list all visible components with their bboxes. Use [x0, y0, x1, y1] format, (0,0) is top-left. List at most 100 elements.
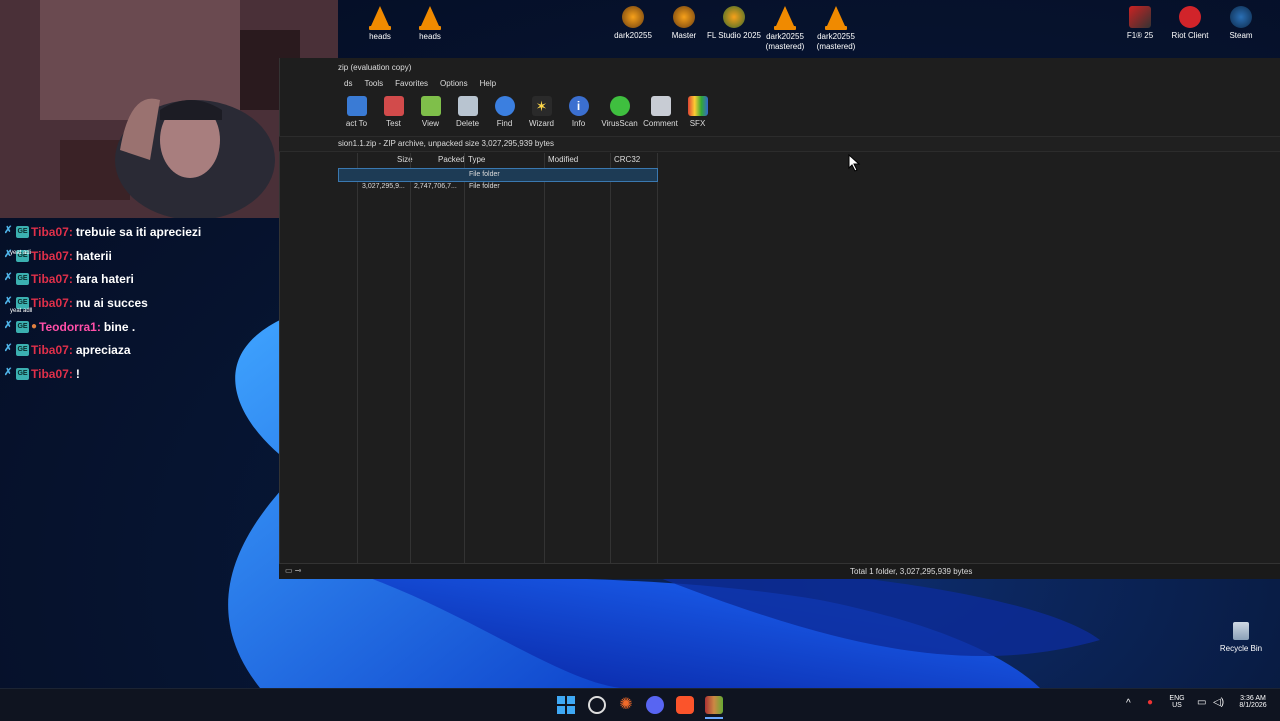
f1-game-icon — [1129, 6, 1151, 28]
column-crc32[interactable]: CRC32 — [614, 153, 640, 167]
menu-options[interactable]: Options — [434, 78, 474, 92]
sfx-button[interactable]: SFX — [679, 93, 716, 133]
desktop-icon-heads-2[interactable]: heads — [400, 2, 460, 42]
column-modified[interactable]: Modified — [548, 153, 578, 167]
menu-commands[interactable]: ds — [338, 78, 358, 92]
archive-path: sion1.1.zip - ZIP archive, unpacked size… — [338, 139, 554, 148]
column-type[interactable]: Type — [468, 153, 485, 167]
sword-badge-icon: ✗ — [4, 319, 13, 331]
chevron-up-icon[interactable]: ^ — [1126, 698, 1131, 709]
chat-text: apreciaza — [75, 343, 131, 358]
comment-button[interactable]: Comment — [642, 93, 679, 133]
status-bar: ▭ ⊸ Total 1 folder, 3,027,295,939 bytes — [279, 563, 1280, 579]
find-button[interactable]: Find — [486, 93, 523, 133]
desktop-icon-recycle-bin[interactable]: Recycle Bin — [1211, 620, 1271, 654]
wizard-icon: ✶ — [531, 96, 552, 116]
microphone-icon[interactable]: ● — [1147, 697, 1153, 708]
status-text: Total 1 folder, 3,027,295,939 bytes — [850, 567, 973, 576]
fl-studio-icon — [673, 6, 695, 28]
chat-username: Tiba07 — [31, 295, 69, 310]
chat-text: trebuie sa iti apreciezi — [75, 224, 202, 239]
obs-taskbar-icon[interactable] — [588, 696, 606, 714]
info-button[interactable]: i Info — [560, 93, 597, 133]
language-indicator[interactable]: ENG US — [1166, 695, 1188, 709]
delete-button[interactable]: Delete — [449, 93, 486, 133]
extract-icon — [346, 96, 367, 116]
chat-username: Tiba07 — [31, 224, 69, 239]
chat-username: Teodorra1 — [39, 319, 97, 334]
network-icon[interactable]: ▭ — [1197, 697, 1206, 708]
chat-text: bine . — [103, 319, 136, 334]
menu-favorites[interactable]: Favorites — [389, 78, 434, 92]
subscriber-badge-icon: GE — [16, 320, 29, 333]
file-row-parent[interactable]: File folder — [338, 168, 658, 182]
sticker-label: yeat adi — [10, 250, 32, 256]
menu-bar: ds Tools Favorites Options Help — [338, 78, 502, 92]
column-divider — [610, 153, 611, 563]
test-button[interactable]: Test — [375, 93, 412, 133]
delete-icon — [457, 96, 478, 116]
brave-taskbar-icon[interactable] — [676, 696, 694, 714]
claude-taskbar-icon[interactable]: ✺ — [617, 696, 635, 714]
sword-badge-icon: ✗ — [4, 224, 13, 236]
vlc-icon — [421, 6, 439, 26]
riot-client-icon — [1179, 6, 1201, 28]
chat-username: Tiba07 — [31, 343, 69, 358]
subscriber-badge-icon: GE — [16, 225, 29, 238]
column-divider — [357, 153, 358, 563]
column-divider — [464, 153, 465, 563]
extract-to-button[interactable]: act To — [338, 93, 375, 133]
view-button[interactable]: View — [412, 93, 449, 133]
sword-badge-icon: ✗ — [4, 343, 13, 355]
wizard-button[interactable]: ✶ Wizard — [523, 93, 560, 133]
chat-message: ✗ GE Tiba07: nu ai succes — [4, 295, 148, 310]
file-row[interactable]: 3,027,295,9... 2,747,706,7... File folde… — [338, 181, 658, 193]
taskbar: ✺ ^ ● ENG US ▭ ◁) 3:36 AM 8/1/2026 — [0, 688, 1280, 721]
sword-badge-icon: ✗ — [4, 272, 13, 284]
menu-help[interactable]: Help — [474, 78, 502, 92]
sword-badge-icon: ✗ — [4, 295, 13, 307]
chat-message: ✗ GE Tiba07: haterii — [4, 248, 112, 263]
chat-username: Tiba07 — [31, 248, 69, 263]
chat-message: ✗ GE Tiba07: ! — [4, 366, 80, 381]
view-icon — [420, 96, 441, 116]
sticker-label: yeat adll — [10, 308, 33, 314]
drive-key-icon: ▭ ⊸ — [285, 566, 302, 575]
toolbar: act To Test View Delete Find ✶ Wizard i In… — [338, 93, 716, 133]
column-divider — [410, 153, 411, 563]
find-icon — [494, 96, 515, 116]
subscriber-badge-icon: GE — [16, 344, 29, 357]
chat-username: Tiba07 — [31, 272, 69, 287]
chat-message: ✗ GE ● Teodorra1: bine . — [4, 319, 136, 334]
stream-chat: ✗ GE Tiba07: trebuie sa iti apreciezi ✗ GE… — [4, 220, 279, 386]
vlc-icon — [827, 6, 845, 26]
column-packed[interactable]: Packed — [438, 153, 465, 167]
active-app-indicator — [705, 717, 723, 719]
steam-icon — [1230, 6, 1252, 28]
virusscan-icon — [609, 96, 630, 116]
winrar-taskbar-icon[interactable] — [705, 696, 723, 714]
menu-tools[interactable]: Tools — [358, 78, 389, 92]
window-title: zip (evaluation copy) — [338, 63, 412, 72]
chat-message: ✗ GE Tiba07: apreciaza — [4, 343, 131, 358]
chat-text: fara hateri — [75, 272, 134, 287]
volume-icon[interactable]: ◁) — [1213, 697, 1224, 708]
sword-badge-icon: ✗ — [4, 366, 13, 378]
fl-studio-icon — [622, 6, 644, 28]
desktop-icon-dark20255-mastered-2[interactable]: dark20255 (mastered) — [806, 2, 866, 52]
virusscan-button[interactable]: VirusScan — [601, 93, 638, 133]
sfx-icon — [687, 96, 708, 116]
vlc-icon — [371, 6, 389, 26]
desktop-icon-steam[interactable]: Steam — [1211, 2, 1271, 41]
column-divider — [657, 153, 658, 563]
comment-icon — [650, 96, 671, 116]
start-button[interactable] — [557, 696, 575, 714]
chat-text: nu ai succes — [75, 295, 148, 310]
windows-icon — [557, 696, 575, 714]
clock[interactable]: 3:36 AM 8/1/2026 — [1228, 695, 1278, 709]
chat-text: haterii — [75, 248, 112, 263]
cookie-badge-icon: ● — [31, 320, 38, 332]
discord-taskbar-icon[interactable] — [646, 696, 664, 714]
subscriber-badge-icon: GE — [16, 367, 29, 380]
chat-message: ✗ GE Tiba07: fara hateri — [4, 272, 134, 287]
